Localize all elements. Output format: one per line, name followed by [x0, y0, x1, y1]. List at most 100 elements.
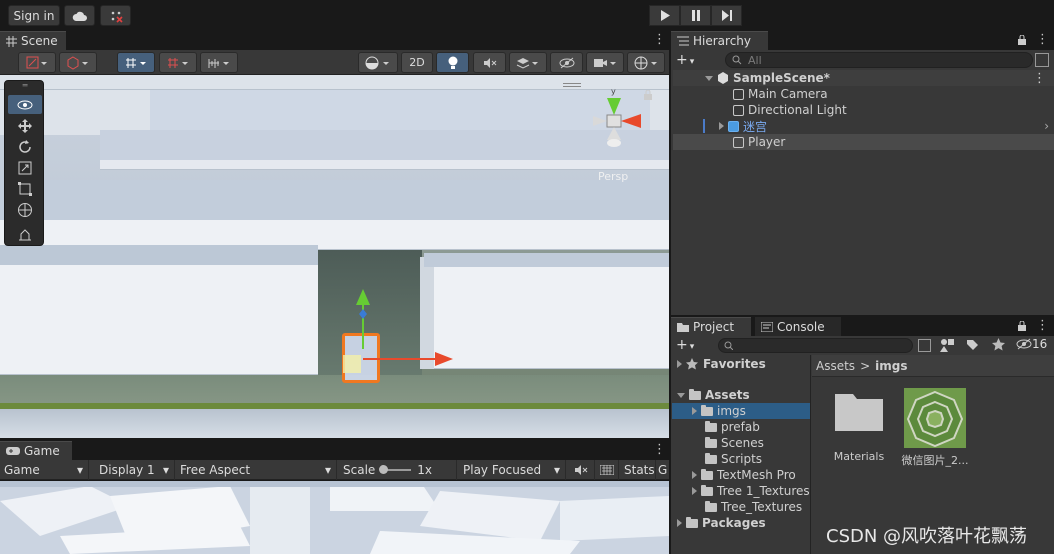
scale-slider[interactable] [379, 465, 412, 474]
persp-label[interactable]: Persp [598, 170, 628, 183]
transform-icon [18, 202, 32, 217]
tab-console[interactable]: Console [755, 317, 841, 336]
expand-arrow-icon[interactable] [692, 407, 697, 415]
search-filter-icon[interactable] [1035, 53, 1049, 67]
cloud-button[interactable] [64, 5, 95, 26]
hierarchy-menu-icon[interactable]: ⋮ [1036, 32, 1049, 47]
mode-2d-toggle[interactable]: 2D [401, 52, 433, 73]
step-button[interactable] [711, 5, 742, 26]
pause-button[interactable] [680, 5, 711, 26]
display-select[interactable]: Display 1 ▾ [95, 460, 175, 480]
hierarchy-search[interactable]: All [725, 52, 1033, 68]
draw-mode-dropdown[interactable] [18, 52, 56, 73]
folder-item-textmesh-pro[interactable]: TextMesh Pro [672, 467, 810, 483]
scale-slider-thumb[interactable] [379, 465, 389, 474]
collab-button[interactable] [100, 5, 131, 26]
hierarchy-item-player[interactable]: Player [673, 134, 1054, 150]
tab-project[interactable]: Project [671, 317, 751, 336]
asset-materials-folder[interactable]: Materials [825, 388, 893, 468]
aspect-select[interactable]: Free Aspect ▾ [176, 460, 337, 480]
tab-game[interactable]: Game [0, 441, 72, 460]
packages-root-item[interactable]: Packages [672, 515, 810, 531]
camera-dropdown[interactable] [586, 52, 624, 73]
hidden-packages-toggle[interactable]: 16 [1016, 337, 1047, 351]
folder-item-tree1-textures[interactable]: Tree 1_Textures [672, 483, 810, 499]
expand-arrow-icon[interactable] [677, 519, 682, 527]
project-menu-icon[interactable]: ⋮ [1036, 318, 1049, 333]
scene-menu-icon[interactable]: ⋮ [653, 32, 666, 47]
align-dropdown[interactable] [200, 52, 238, 73]
asset-image-file[interactable]: 微信图片_2... [900, 388, 970, 468]
lock-icon[interactable] [643, 90, 653, 100]
list-icon [677, 36, 689, 46]
label-tag-icon[interactable] [966, 339, 978, 351]
gizmos-dropdown[interactable] [627, 52, 665, 73]
visibility-toggle[interactable] [550, 52, 583, 73]
folder-label: Scenes [721, 436, 764, 450]
play-focused-select[interactable]: Play Focused ▾ [459, 460, 566, 480]
search-by-type-icon[interactable] [918, 339, 931, 352]
audio-toggle[interactable] [473, 52, 506, 73]
game-view-select[interactable]: Game ▾ [0, 460, 89, 480]
expand-arrow-icon[interactable] [692, 487, 697, 495]
increment-snapping-dropdown[interactable] [159, 52, 197, 73]
game-menu-icon[interactable]: ⋮ [653, 442, 666, 457]
lock-icon[interactable] [1017, 35, 1027, 46]
tab-hierarchy[interactable]: Hierarchy [671, 31, 768, 50]
scene-viewport[interactable]: y Persp [0, 75, 669, 438]
folder-item-prefab[interactable]: prefab [672, 419, 810, 435]
breadcrumb-imgs[interactable]: imgs [875, 359, 907, 373]
create-asset-button[interactable]: + ▾ [676, 337, 694, 353]
folder-item-tree-textures[interactable]: Tree_Textures [672, 499, 810, 515]
mute-audio-toggle[interactable] [568, 460, 595, 480]
expand-arrow-icon[interactable] [692, 471, 697, 479]
expand-arrow-icon[interactable] [719, 122, 724, 130]
play-button[interactable] [649, 5, 680, 26]
rect-tool-button[interactable] [8, 179, 42, 198]
breadcrumb-assets[interactable]: Assets [816, 359, 855, 373]
hierarchy-item-maze[interactable]: 迷宫 › [673, 118, 1054, 134]
scene-menu-icon[interactable]: ⋮ [1033, 71, 1046, 86]
hierarchy-item-directional-light[interactable]: Directional Light [673, 102, 1054, 118]
scene-fx-dropdown[interactable] [509, 52, 547, 73]
move-tool-button[interactable] [8, 116, 42, 135]
scene-tab-bar: Scene ⋮ [0, 31, 669, 50]
favorite-star-icon[interactable] [992, 338, 1005, 351]
scene-root-row[interactable]: SampleScene* ⋮ [673, 70, 1054, 86]
toolbox-grip[interactable]: ═ [8, 81, 42, 90]
lock-icon[interactable] [1017, 321, 1027, 332]
rotate-tool-button[interactable] [8, 137, 42, 156]
gizmos-toggle[interactable]: G [656, 460, 669, 480]
assets-root-item[interactable]: Assets [672, 387, 810, 403]
tab-scene[interactable]: Scene [0, 31, 66, 50]
folder-item-scenes[interactable]: Scenes [672, 435, 810, 451]
folder-icon [705, 500, 717, 512]
render-mode-dropdown[interactable] [59, 52, 97, 73]
game-viewport[interactable] [0, 481, 669, 554]
lighting-toggle[interactable] [436, 52, 469, 73]
chevron-right-icon[interactable]: › [1044, 119, 1049, 133]
stats-toggle[interactable]: Stats [620, 460, 656, 480]
effects-dropdown[interactable] [358, 52, 398, 73]
folder-item-imgs[interactable]: imgs [672, 403, 810, 419]
sign-in-button[interactable]: Sign in [8, 5, 60, 26]
expand-arrow-icon[interactable] [677, 392, 685, 398]
expand-arrow-icon[interactable] [677, 360, 682, 368]
move-gizmo-arrows[interactable] [345, 287, 455, 377]
hierarchy-item-main-camera[interactable]: Main Camera [673, 86, 1054, 102]
svg-text:y: y [611, 87, 616, 96]
view-tool-button[interactable] [8, 95, 42, 114]
folder-item-scripts[interactable]: Scripts [672, 451, 810, 467]
add-object-button[interactable]: + ▾ [676, 52, 694, 68]
filter-by-type-icon[interactable] [940, 338, 956, 352]
transform-tool-button[interactable] [8, 200, 42, 219]
expand-arrow-icon[interactable] [705, 75, 713, 81]
hidden-eye-icon [1016, 338, 1032, 350]
scale-tool-button[interactable] [8, 158, 42, 177]
shortcuts-toggle[interactable] [596, 460, 619, 480]
custom-tool-button[interactable] [8, 225, 42, 244]
favorites-item[interactable]: Favorites [672, 356, 810, 372]
grid-snapping-toggle[interactable] [117, 52, 155, 73]
project-search[interactable] [718, 338, 913, 353]
game-toolbar: Game ▾ Display 1 ▾ Free Aspect ▾ Scale 1x P… [0, 460, 669, 480]
